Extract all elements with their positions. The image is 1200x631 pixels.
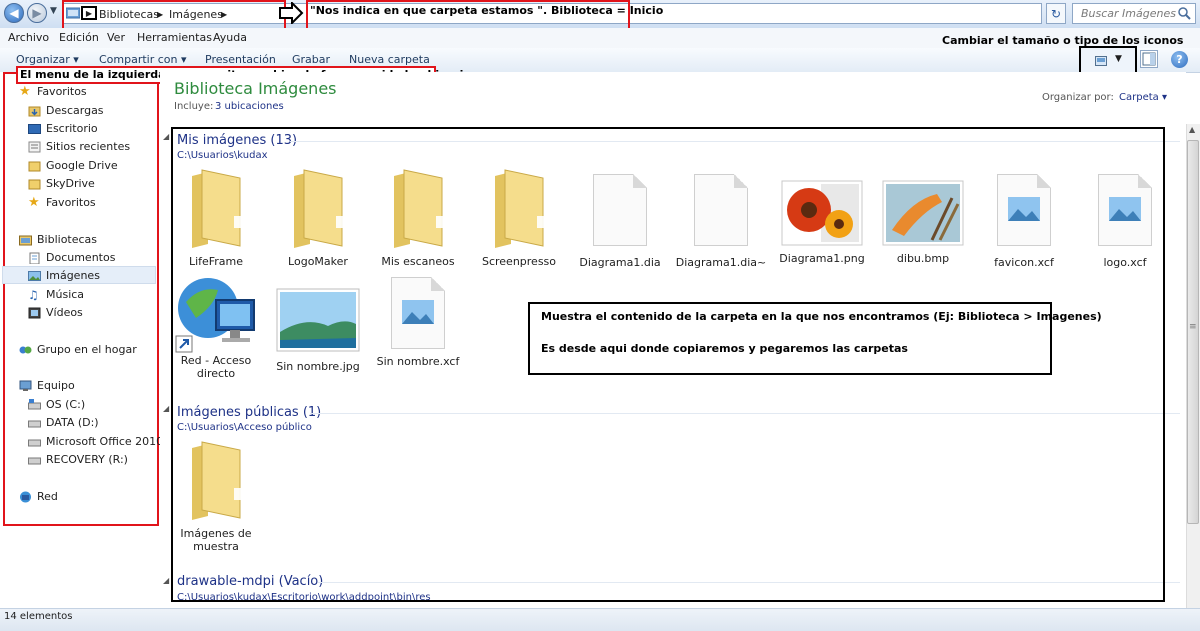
organizar-button[interactable]: Organizar ▾ — [16, 53, 79, 66]
annotation-box-address — [62, 0, 286, 30]
drive-icon — [28, 439, 41, 446]
libraries-icon — [19, 235, 32, 245]
status-item-count: 14 elementos — [4, 611, 73, 622]
folder-icon — [28, 179, 41, 189]
sidebar-item-favoritos[interactable]: ★ Favoritos — [19, 83, 87, 99]
collapse-icon[interactable]: ◢ — [163, 404, 169, 413]
music-icon: ♫ — [28, 287, 39, 302]
nueva-carpeta-button[interactable]: Nueva carpeta — [349, 53, 430, 66]
sidebar-item-musica[interactable]: ♫ Música — [28, 288, 84, 301]
menu-herramientas[interactable]: Herramientas — [137, 31, 212, 44]
sidebar-item-grupo-hogar[interactable]: Grupo en el hogar — [19, 343, 137, 356]
arrow-left-icon: ◀ — [9, 6, 19, 20]
presentacion-button[interactable]: Presentación — [205, 53, 276, 66]
scrollbar-thumb[interactable] — [1187, 140, 1199, 524]
desktop-icon — [28, 123, 41, 134]
menu-archivo[interactable]: Archivo — [8, 31, 49, 44]
search-icon — [1178, 7, 1191, 20]
arrange-label: Organizar por: — [1042, 92, 1114, 103]
menu-ver[interactable]: Ver — [107, 31, 125, 44]
sidebar-item-recovery[interactable]: RECOVERY (R:) — [28, 453, 128, 466]
grabar-button[interactable]: Grabar — [292, 53, 330, 66]
sidebar-item-bibliotecas[interactable]: Bibliotecas — [19, 233, 97, 246]
sidebar-item-google-drive[interactable]: Google Drive — [28, 159, 118, 172]
sidebar-item-skydrive[interactable]: SkyDrive — [28, 177, 95, 190]
recent-pages-dropdown[interactable]: ▼ — [50, 6, 57, 16]
help-icon: ? — [1176, 53, 1183, 66]
status-bar — [0, 608, 1200, 631]
menu-edicion[interactable]: Edición — [59, 31, 99, 44]
documents-icon — [29, 252, 40, 264]
homegroup-icon — [19, 346, 32, 353]
pictures-icon — [28, 270, 41, 281]
folder-icon — [28, 161, 41, 171]
forward-button[interactable]: ▶ — [27, 3, 47, 23]
star-icon: ★ — [28, 194, 40, 210]
sidebar-item-red[interactable]: Red — [19, 490, 58, 503]
collapse-icon[interactable]: ◢ — [163, 132, 169, 141]
downloads-folder-icon — [28, 106, 41, 116]
computer-icon — [19, 380, 32, 391]
sidebar-item-escritorio[interactable]: Escritorio — [28, 122, 98, 135]
scroll-grip-icon: ≡ — [1189, 322, 1197, 332]
sidebar-item-sitios-recientes[interactable]: Sitios recientes — [28, 140, 130, 153]
sidebar-item-imagenes[interactable]: Imágenes — [28, 269, 100, 282]
sidebar-item-favoritos-folder[interactable]: ★ Favoritos — [28, 194, 96, 210]
scroll-up-icon[interactable]: ▲ — [1189, 125, 1195, 134]
arrange-dropdown[interactable]: Carpeta ▾ — [1119, 92, 1167, 103]
sidebar-item-descargas[interactable]: Descargas — [28, 104, 104, 117]
includes-link[interactable]: 3 ubicaciones — [215, 101, 284, 112]
change-view-button[interactable]: ▼ — [1079, 46, 1137, 75]
compartir-button[interactable]: Compartir con ▾ — [99, 53, 187, 66]
menu-ayuda[interactable]: Ayuda — [213, 31, 247, 44]
preview-pane-icon — [1142, 52, 1156, 66]
annotation-view-note: Cambiar el tamaño o tipo de los iconos — [942, 34, 1184, 47]
star-icon: ★ — [19, 83, 31, 99]
sidebar-item-videos[interactable]: Vídeos — [28, 306, 83, 319]
sidebar-item-office[interactable]: Microsoft Office 2010 H — [28, 435, 175, 448]
drive-icon — [28, 420, 41, 427]
refresh-button[interactable]: ↻ — [1046, 3, 1066, 24]
sidebar-item-documentos[interactable]: Documentos — [28, 251, 115, 264]
help-button[interactable]: ? — [1171, 51, 1188, 68]
drive-icon — [28, 457, 41, 464]
videos-icon — [28, 307, 41, 318]
back-button[interactable]: ◀ — [4, 3, 24, 23]
library-title: Biblioteca Imágenes — [174, 79, 337, 98]
view-icon — [1095, 56, 1107, 66]
sidebar-item-os-c[interactable]: OS (C:) — [28, 398, 85, 411]
includes-label: Incluye: — [174, 101, 214, 112]
annotation-address-note: "Nos indica en que carpeta estamos ". Bi… — [310, 4, 664, 17]
refresh-icon: ↻ — [1050, 6, 1062, 21]
sidebar-item-data-d[interactable]: DATA (D:) — [28, 416, 99, 429]
chevron-down-icon[interactable]: ▼ — [1115, 54, 1122, 64]
preview-pane-button[interactable] — [1140, 50, 1158, 68]
collapse-icon[interactable]: ◢ — [163, 576, 169, 585]
sidebar-item-equipo[interactable]: Equipo — [19, 379, 75, 392]
annotation-box-content-area — [171, 127, 1165, 602]
network-icon — [20, 491, 31, 502]
arrow-right-icon: ▶ — [32, 6, 42, 20]
drive-icon — [28, 398, 41, 409]
annotation-arrow-icon — [279, 2, 304, 24]
recent-places-icon — [28, 141, 41, 152]
